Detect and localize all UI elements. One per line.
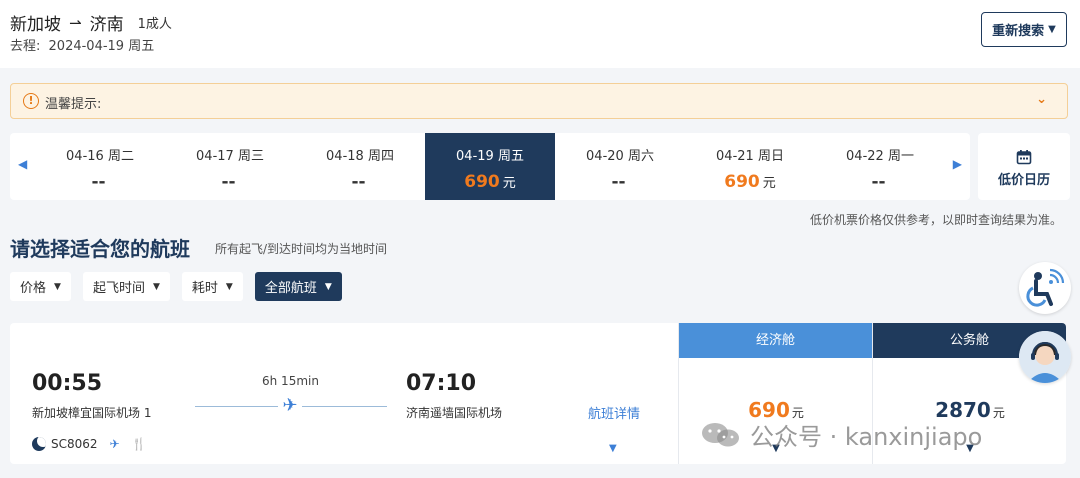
notice-banner[interactable]: ! 温馨提示: ⌄: [10, 83, 1068, 119]
research-button[interactable]: 重新搜索 ▼: [981, 12, 1067, 47]
watermark: 公众号 · kanxinjiapo: [700, 417, 982, 452]
date-option[interactable]: 04-21 周日 690 元: [685, 133, 815, 200]
date-label: 04-18 周四: [326, 149, 394, 164]
date-option[interactable]: 04-17 周三 --: [165, 133, 295, 200]
filter-label: 起飞时间: [92, 281, 145, 296]
date-price: --: [221, 172, 236, 192]
accessibility-service-icon[interactable]: [1019, 262, 1071, 314]
chevron-down-icon: ▼: [1048, 24, 1056, 35]
agent-avatar-icon: [1019, 331, 1071, 383]
route-title: 新加坡 ⇀ 济南 1成人: [10, 10, 172, 36]
filter-label: 全部航班: [264, 281, 317, 296]
date-price: --: [351, 172, 366, 192]
date-label: 04-19 周五: [456, 149, 524, 164]
meal-icon: 🍴: [131, 437, 147, 451]
date-option[interactable]: 04-18 周四 --: [295, 133, 425, 200]
date-label: 04-20 周六: [586, 149, 654, 164]
wechat-icon: [702, 422, 739, 446]
research-button-label: 重新搜索: [992, 24, 1045, 39]
date-price: --: [611, 172, 626, 192]
low-price-calendar-button[interactable]: 低价日历: [978, 133, 1070, 200]
watermark-text: 公众号 · kanxinjiapo: [750, 423, 983, 451]
page-subtitle: 所有起飞/到达时间均为当地时间: [215, 242, 388, 256]
date-label: 04-16 周二: [66, 149, 134, 164]
chevron-down-icon: ▼: [324, 281, 332, 292]
customer-service-icon[interactable]: [1019, 331, 1071, 383]
chevron-down-icon: ▼: [54, 281, 61, 292]
warning-icon: !: [23, 93, 39, 109]
date-option[interactable]: 04-16 周二 --: [35, 133, 165, 200]
expand-chevron-icon[interactable]: ⌄: [1036, 92, 1047, 107]
trip-label: 去程:: [10, 39, 41, 54]
search-summary-bar: 新加坡 ⇀ 济南 1成人 去程: 2024-04-19 周五 重新搜索 ▼: [0, 0, 1080, 68]
date-label: 04-21 周日: [716, 149, 784, 164]
low-price-calendar-label: 低价日历: [997, 173, 1050, 188]
date-option[interactable]: 04-20 周六 --: [555, 133, 685, 200]
passenger-count: 1成人: [137, 17, 172, 32]
date-price: 690 元: [724, 172, 776, 192]
notice-label: 温馨提示:: [45, 97, 102, 112]
chevron-down-icon[interactable]: ▼: [609, 443, 617, 454]
calendar-icon: [1016, 150, 1032, 165]
chevron-down-icon: ▼: [225, 281, 233, 292]
origin-city: 新加坡: [10, 15, 61, 35]
date-label: 04-22 周一: [846, 149, 914, 164]
flight-duration: 6h 15min: [262, 374, 319, 388]
page-title: 请选择适合您的航班: [10, 237, 190, 261]
date-option-selected[interactable]: 04-19 周五 690 元: [425, 133, 555, 200]
wheelchair-wifi-icon: [1026, 268, 1065, 307]
cabin-name: 经济舱: [679, 323, 872, 358]
destination-city: 济南: [89, 15, 124, 35]
sort-price-filter[interactable]: 价格 ▼: [10, 272, 71, 301]
filter-bar: 价格 ▼ 起飞时间 ▼ 耗时 ▼ 全部航班 ▼: [10, 272, 354, 301]
filter-label: 耗时: [191, 281, 218, 296]
filter-label: 价格: [20, 281, 47, 296]
date-price: 690 元: [464, 172, 516, 192]
chevron-down-icon: ▼: [152, 281, 160, 292]
date-option[interactable]: 04-22 周一 --: [815, 133, 945, 200]
departure-airport: 新加坡樟宜国际机场 1: [32, 406, 152, 420]
all-flights-filter[interactable]: 全部航班 ▼: [254, 272, 342, 301]
airplane-icon: ✈: [109, 437, 120, 451]
prev-dates-arrow-icon[interactable]: ◀: [18, 157, 27, 171]
flight-number: SC8062: [51, 437, 98, 451]
flight-details-link[interactable]: 航班详情: [588, 403, 640, 422]
departure-time-filter[interactable]: 起飞时间 ▼: [82, 272, 170, 301]
arrival-airport: 济南遥墙国际机场: [406, 406, 503, 420]
arrival-time: 07:10: [406, 371, 477, 396]
trip-date-info: 去程: 2024-04-19 周五: [10, 35, 154, 54]
airplane-icon: ✈: [278, 395, 302, 416]
date-price: --: [871, 172, 886, 192]
date-price: --: [91, 172, 106, 192]
duration-filter[interactable]: 耗时 ▼: [181, 272, 243, 301]
one-way-arrow-icon: ⇀: [69, 13, 82, 32]
date-selector: ◀ 04-16 周二 -- 04-17 周三 -- 04-18 周四 -- 04…: [10, 133, 970, 200]
departure-time: 00:55: [32, 371, 103, 396]
price-disclaimer: 低价机票价格仅供参考，以即时查询结果为准。: [809, 213, 1062, 227]
airline-logo-icon: [32, 437, 46, 451]
airline-info: SC8062 ✈ 🍴: [32, 437, 147, 451]
trip-date: 2024-04-19 周五: [48, 39, 155, 54]
next-dates-arrow-icon[interactable]: ▶: [953, 157, 962, 171]
date-label: 04-17 周三: [196, 149, 264, 164]
